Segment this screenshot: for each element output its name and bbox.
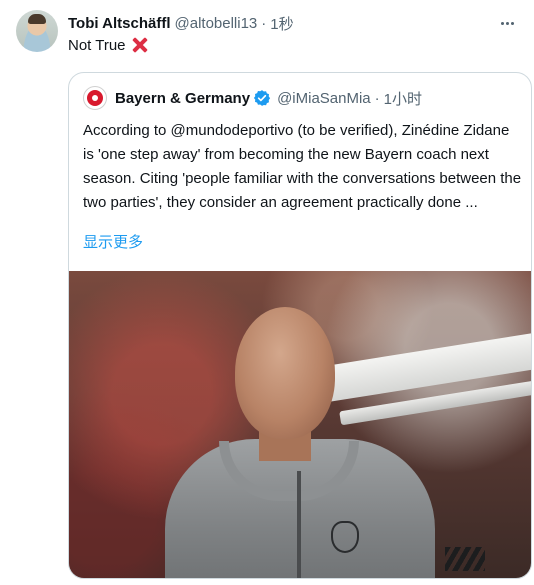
quoted-author-avatar[interactable] <box>83 86 107 110</box>
photo-head <box>235 307 335 439</box>
quoted-author-handle[interactable]: @iMiaSanMia <box>277 90 371 107</box>
photo-zip <box>297 471 301 578</box>
author-avatar[interactable] <box>16 10 58 52</box>
tweet-text-content: Not True <box>68 36 126 54</box>
more-horizontal-icon[interactable] <box>496 12 518 34</box>
quoted-tweet-header: Bayern & Germany @iMiaSanMia · 1小时 <box>83 85 519 111</box>
show-more-link[interactable]: 显示更多 <box>83 231 143 252</box>
quoted-tweet-photo[interactable] <box>69 271 531 578</box>
stripes-logo-icon <box>445 547 485 571</box>
quoted-tweet[interactable]: Bayern & Germany @iMiaSanMia · 1小时 Accor… <box>68 72 532 579</box>
quoted-separator-dot: · <box>374 89 380 107</box>
quoted-tweet-time[interactable]: 1小时 <box>384 88 422 109</box>
tweet-text: Not True <box>68 36 149 54</box>
author-name[interactable]: Tobi Altschäffl <box>68 15 171 32</box>
tweet[interactable]: Tobi Altschäffl @altobelli13 · 1秒 Not Tr… <box>0 0 534 585</box>
tweet-header: Tobi Altschäffl @altobelli13 · 1秒 <box>68 12 518 34</box>
cross-mark-icon <box>131 36 149 54</box>
author-handle[interactable]: @altobelli13 <box>175 15 258 32</box>
verified-badge-icon <box>253 90 271 106</box>
tweet-time[interactable]: 1秒 <box>270 13 293 34</box>
crest-icon <box>331 521 359 553</box>
quoted-author-name[interactable]: Bayern & Germany <box>115 90 250 107</box>
quoted-tweet-text: According to @mundodeportivo (to be veri… <box>83 122 522 211</box>
separator-dot: · <box>261 14 267 32</box>
